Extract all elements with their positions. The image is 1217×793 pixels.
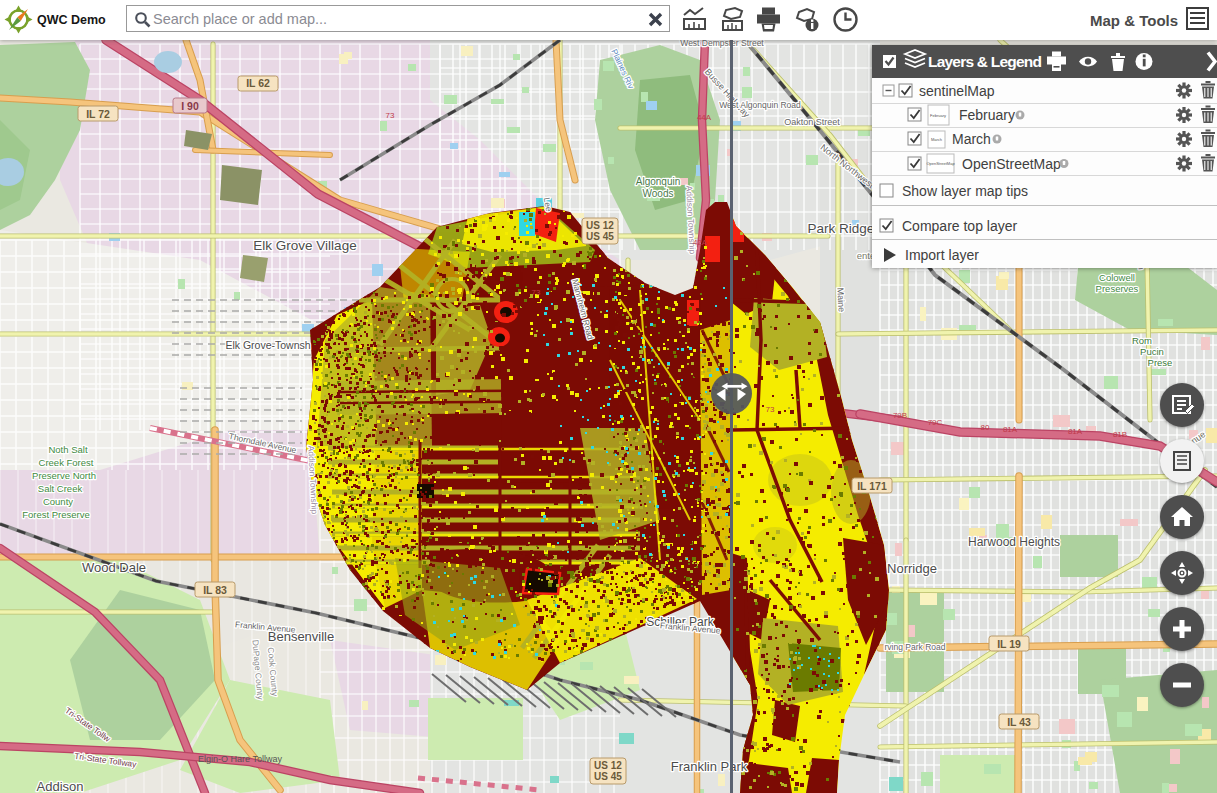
svg-text:Oakton Street: Oakton Street — [784, 117, 840, 127]
svg-text:81B: 81B — [1113, 430, 1127, 439]
svg-text:US 45: US 45 — [594, 771, 622, 782]
svg-text:73: 73 — [766, 405, 775, 414]
svg-text:Park Ridge: Park Ridge — [808, 221, 875, 236]
svg-text:OpenStreetMap: OpenStreetMap — [962, 156, 1061, 172]
svg-text:Show layer map tips: Show layer map tips — [902, 183, 1028, 199]
svg-text:Compare top layer: Compare top layer — [902, 218, 1018, 234]
svg-text:Elgin-O Hare Tollway: Elgin-O Hare Tollway — [198, 754, 282, 764]
svg-text:IL 83: IL 83 — [203, 584, 227, 596]
svg-text:Layers & Legend: Layers & Legend — [928, 53, 1042, 70]
svg-text:Noth Salt: Noth Salt — [48, 444, 87, 455]
svg-text:81A: 81A — [1003, 425, 1018, 434]
svg-text:I 90: I 90 — [181, 100, 199, 112]
svg-text:Pucin: Pucin — [1140, 346, 1164, 357]
svg-text:Salt Creek: Salt Creek — [38, 483, 83, 494]
svg-text:March: March — [931, 137, 942, 142]
svg-text:79C: 79C — [928, 418, 943, 427]
svg-text:County: County — [43, 496, 73, 507]
svg-text:Rom: Rom — [1132, 335, 1152, 346]
svg-text:IL 171: IL 171 — [857, 480, 887, 492]
svg-text:IL 62: IL 62 — [246, 77, 270, 89]
svg-text:81A: 81A — [1068, 427, 1083, 436]
svg-text:February: February — [930, 113, 946, 118]
svg-text:80: 80 — [981, 423, 990, 432]
svg-text:Colowell: Colowell — [1099, 272, 1135, 283]
svg-text:Creek Forest: Creek Forest — [39, 457, 94, 468]
svg-text:US 12: US 12 — [586, 220, 614, 231]
svg-text:US 12: US 12 — [594, 760, 622, 771]
svg-text:Franklin Park: Franklin Park — [671, 759, 748, 774]
svg-text:Elk Grove-Townsh: Elk Grove-Townsh — [225, 339, 310, 351]
svg-text:73: 73 — [532, 288, 541, 297]
svg-text:Preserve North: Preserve North — [32, 470, 96, 481]
svg-text:US 45: US 45 — [586, 231, 614, 242]
svg-text:Harwood Heights: Harwood Heights — [968, 535, 1060, 549]
svg-text:42A: 42A — [693, 238, 708, 247]
svg-text:73: 73 — [386, 111, 395, 120]
svg-text:Norridge: Norridge — [887, 561, 937, 576]
svg-text:Elk Grove Village: Elk Grove Village — [253, 238, 356, 253]
svg-text:79B: 79B — [893, 411, 907, 420]
svg-text:Addison: Addison — [37, 779, 84, 793]
svg-text:Maine: Maine — [835, 287, 846, 312]
svg-text:Algonquin: Algonquin — [636, 176, 680, 187]
svg-text:IL 72: IL 72 — [86, 108, 110, 120]
svg-text:Prese: Prese — [1148, 357, 1173, 368]
svg-text:March: March — [952, 131, 991, 147]
svg-text:Preserves: Preserves — [1096, 283, 1139, 294]
svg-text:IL 19: IL 19 — [997, 638, 1021, 650]
svg-text:Import layer: Import layer — [905, 247, 979, 263]
svg-text:44A: 44A — [697, 113, 712, 122]
svg-text:Wood Dale: Wood Dale — [82, 560, 146, 575]
svg-text:February: February — [959, 107, 1015, 123]
svg-text:OpenStreetMap: OpenStreetMap — [926, 161, 955, 166]
svg-text:sentinelMap: sentinelMap — [919, 83, 995, 99]
svg-text:rving Park Road: rving Park Road — [885, 642, 946, 652]
svg-text:IL 43: IL 43 — [1007, 716, 1031, 728]
svg-text:Forest Preserve: Forest Preserve — [22, 509, 90, 520]
svg-text:Woods: Woods — [643, 188, 674, 199]
